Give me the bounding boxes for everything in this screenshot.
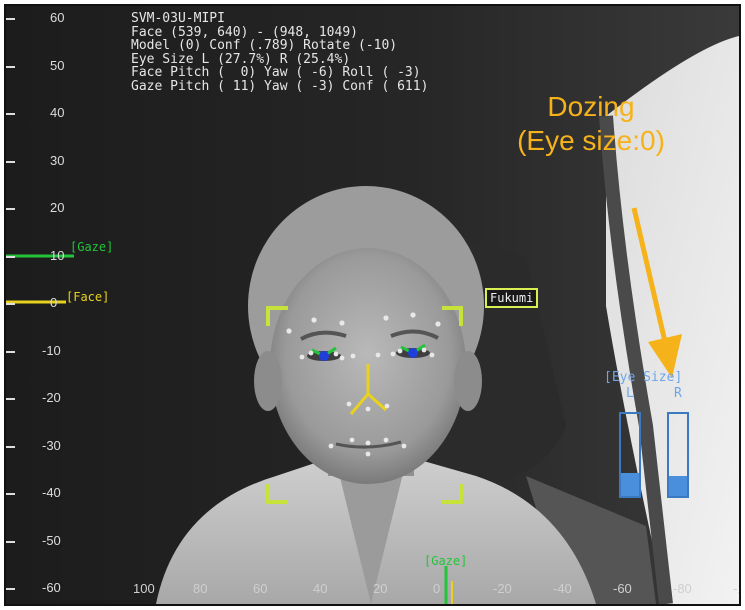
annotation-arrow [631, 207, 682, 378]
y-axis-label: -20 [42, 390, 61, 405]
x-axis-label: -40 [553, 581, 572, 596]
annotation-line2: (Eye size:0) [517, 125, 665, 156]
y-axis-label: 20 [50, 200, 65, 215]
x-axis-label: 100 [133, 581, 155, 596]
hud-readout: SVM-03U-MIPI Face (539, 640) - (948, 1049… [131, 12, 491, 112]
y-axis-tick [6, 255, 15, 258]
annotation-line1: Dozing [547, 91, 635, 122]
y-axis-tick [6, 493, 15, 495]
y-axis-tick [6, 18, 15, 20]
bottom-gaze-label: [Gaze] [424, 554, 468, 568]
hud-line: Face (539, 640) - (948, 1049) [131, 24, 358, 40]
x-axis-label: 40 [313, 581, 328, 596]
eye-right-label: R [674, 386, 682, 401]
y-axis-tick [6, 445, 15, 448]
face-bounding-box [266, 306, 463, 504]
y-axis-label: -50 [42, 532, 61, 548]
x-axis-label: 60 [253, 581, 268, 596]
eye-size-panel: [Eye Size] L R [604, 370, 714, 510]
y-axis-tick [6, 113, 15, 115]
x-axis-label: 0 [433, 581, 441, 596]
gaze-marker-label: [Gaze] [70, 240, 114, 254]
eye-left-label: L [626, 386, 634, 401]
hud-line: Model (0) Conf (.789) Rotate (-10) [131, 38, 398, 53]
hud-line: Gaze Pitch ( 11) Yaw ( -3) Conf ( 611) [131, 78, 429, 94]
dozing-annotation: Dozing (Eye size:0) [476, 90, 706, 158]
x-axis-label: 80 [193, 581, 208, 596]
eye-gaze-arrows [311, 343, 426, 358]
y-axis-label: -40 [42, 485, 61, 500]
eye-right-bar-fill [669, 475, 687, 496]
y-axis-label: 40 [50, 105, 65, 120]
face-marker-label: [Face] [66, 290, 110, 304]
x-axis-label: 20 [373, 581, 388, 596]
x-axis-label: -80 [673, 581, 692, 596]
y-axis-tick [6, 540, 15, 543]
camera-frame: 60 50 40 30 20 10 0 -10 -20 -30 -40 -50 -60 100 80 60 4… [4, 4, 741, 606]
y-axis-label: 10 [50, 247, 65, 263]
y-axis-tick [6, 588, 15, 590]
person-name-tag: Fukumi [485, 288, 539, 308]
y-axis-label: -10 [42, 342, 61, 358]
eye-right-bar [667, 412, 689, 498]
y-axis-label: 50 [50, 57, 65, 73]
hud-line: SVM-03U-MIPI [131, 11, 225, 26]
y-axis-label: -60 [42, 580, 61, 595]
y-axis-tick [6, 160, 15, 163]
y-axis-tick [6, 350, 15, 353]
hud-line: Eye Size L (27.7%) R (25.4%) [131, 51, 351, 67]
eye-size-title: [Eye Size] [604, 370, 683, 385]
y-axis-label: -30 [42, 437, 61, 453]
y-axis-tick [6, 65, 15, 68]
face-direction-line [349, 364, 387, 415]
x-axis-label: -100 [733, 581, 739, 596]
y-axis-tick [6, 303, 15, 305]
hud-line: Face Pitch ( 0) Yaw ( -6) Roll ( -3) [131, 65, 421, 80]
x-axis-label: -20 [493, 581, 512, 596]
eye-left-bar [619, 412, 641, 498]
eye-left-bar-fill [621, 473, 639, 496]
y-axis-tick [6, 208, 15, 210]
y-axis-tick [6, 398, 15, 400]
y-axis-label: 30 [50, 152, 65, 168]
facial-landmarks [286, 312, 441, 457]
x-axis-label: -60 [613, 581, 632, 596]
y-axis-label: 60 [50, 10, 65, 25]
y-axis-label: 0 [50, 295, 58, 310]
